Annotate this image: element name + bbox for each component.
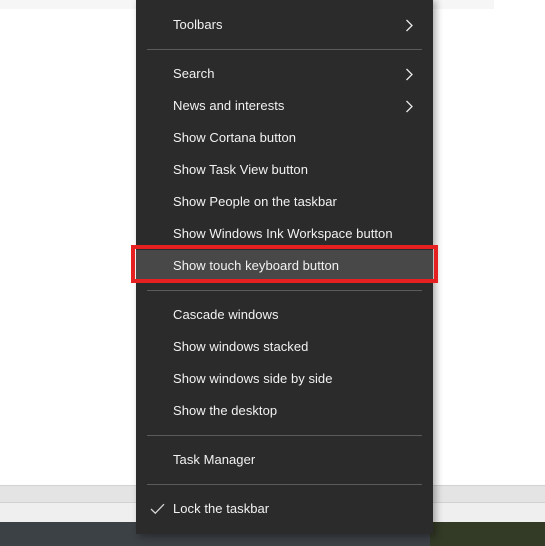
menu-item-show-the-desktop[interactable]: Show the desktop [136, 395, 433, 427]
chevron-right-icon [404, 67, 414, 81]
taskbar-context-menu[interactable]: Toolbars Search News and interests Show … [136, 0, 433, 534]
menu-top-padding [136, 0, 433, 9]
menu-item-show-windows-side-by-side[interactable]: Show windows side by side [136, 363, 433, 395]
menu-item-label: Show touch keyboard button [173, 258, 340, 273]
menu-item-label: Show Cortana button [173, 130, 297, 145]
menu-item-cascade-windows[interactable]: Cascade windows [136, 299, 433, 331]
gear-icon [149, 525, 166, 534]
menu-item-label: Task Manager [173, 452, 256, 467]
menu-item-task-manager[interactable]: Task Manager [136, 444, 433, 476]
menu-item-show-cortana-button[interactable]: Show Cortana button [136, 122, 433, 154]
menu-item-label: Show windows side by side [173, 371, 333, 386]
menu-separator [147, 49, 422, 50]
menu-separator [147, 290, 422, 291]
menu-item-label: Show the desktop [173, 403, 278, 418]
menu-item-label: Show windows stacked [173, 339, 309, 354]
menu-item-label: Cascade windows [173, 307, 279, 322]
menu-item-show-windows-ink-workspace-button[interactable]: Show Windows Ink Workspace button [136, 218, 433, 250]
menu-item-label: Show Task View button [173, 162, 308, 177]
menu-item-taskbar-settings[interactable]: Taskbar settings [136, 525, 433, 534]
chevron-right-icon [404, 18, 414, 32]
checkmark-icon [149, 493, 166, 525]
menu-item-show-touch-keyboard-button[interactable]: Show touch keyboard button [136, 250, 433, 282]
menu-item-news-and-interests[interactable]: News and interests [136, 90, 433, 122]
menu-item-label: Lock the taskbar [173, 501, 270, 516]
menu-separator [147, 484, 422, 485]
menu-item-label: Toolbars [173, 17, 223, 32]
menu-item-lock-the-taskbar[interactable]: Lock the taskbar [136, 493, 433, 525]
menu-item-show-task-view-button[interactable]: Show Task View button [136, 154, 433, 186]
menu-item-toolbars[interactable]: Toolbars [136, 9, 433, 41]
menu-item-label: Show Windows Ink Workspace button [173, 226, 393, 241]
menu-item-show-windows-stacked[interactable]: Show windows stacked [136, 331, 433, 363]
menu-item-label: Taskbar settings [173, 525, 268, 534]
chevron-right-icon [404, 99, 414, 113]
menu-item-label: News and interests [173, 98, 285, 113]
menu-item-search[interactable]: Search [136, 58, 433, 90]
menu-item-label: Search [173, 66, 215, 81]
menu-separator [147, 435, 422, 436]
menu-item-label: Show People on the taskbar [173, 194, 337, 209]
menu-item-show-people-on-the-taskbar[interactable]: Show People on the taskbar [136, 186, 433, 218]
